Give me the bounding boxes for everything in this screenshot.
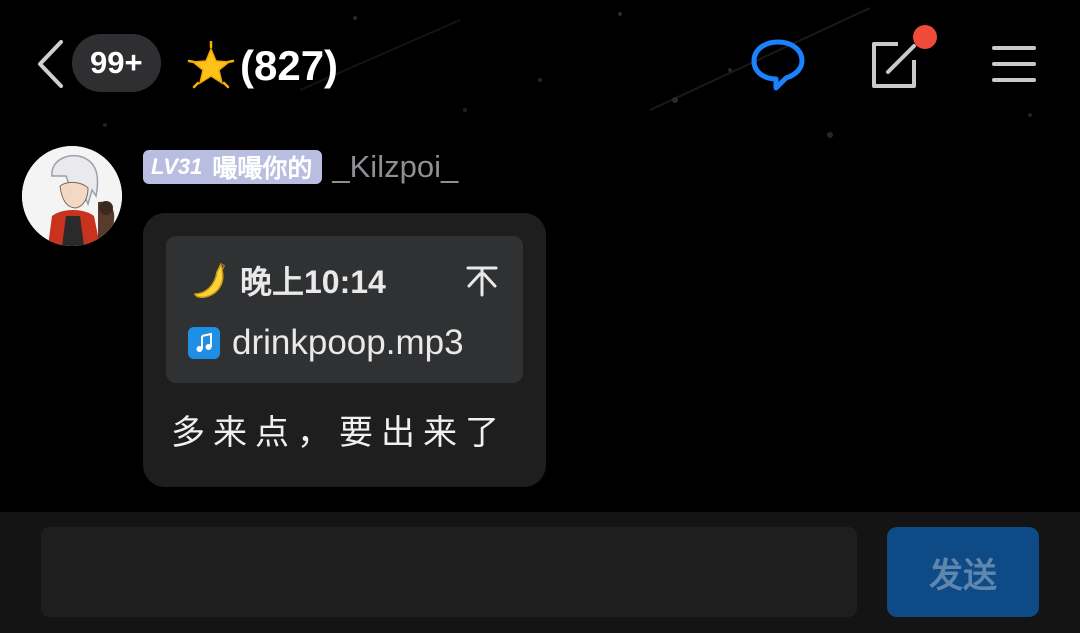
message-text: 多来点，要出来了	[171, 413, 507, 453]
chat-bubble-icon	[751, 39, 805, 91]
level-number: LV31	[151, 154, 203, 179]
message-input[interactable]	[41, 527, 857, 617]
menu-button[interactable]	[986, 36, 1042, 92]
notification-dot	[913, 25, 937, 49]
file-name: drinkpoop.mp3	[232, 323, 464, 362]
quote-time: 晚上10:14	[240, 264, 386, 300]
sender-info: LV31 嘬嘬你的 _Kilzpoi_	[143, 149, 458, 185]
quote-header: 晚上10:14	[190, 258, 502, 302]
chat-screen: 99+ (827) LV31 嘬嘬你的 _Kilzpoi_ 晚上10:14 dr…	[0, 0, 1080, 633]
compose-button[interactable]	[866, 36, 922, 92]
chat-bubble-button[interactable]	[750, 36, 806, 92]
menu-icon	[992, 46, 1036, 82]
chat-title[interactable]: (827)	[186, 36, 338, 96]
message-input-bar: 发送	[0, 512, 1080, 633]
group-member-count: (827)	[240, 42, 339, 89]
unread-count-badge[interactable]: 99+	[72, 34, 161, 92]
music-file-icon	[188, 327, 220, 359]
send-button[interactable]: 发送	[887, 527, 1039, 617]
sender-avatar[interactable]	[22, 146, 122, 246]
edit-icon	[872, 42, 916, 88]
glowing-star-icon	[186, 41, 236, 91]
back-button[interactable]	[28, 36, 72, 92]
message-bubble[interactable]: 晚上10:14 drinkpoop.mp3 多来点，要出来了	[143, 213, 546, 487]
quoted-file: drinkpoop.mp3	[188, 322, 464, 364]
chat-header: 99+ (827)	[0, 0, 1080, 130]
sender-name[interactable]: _Kilzpoi_	[332, 149, 458, 185]
level-badge[interactable]: LV31 嘬嘬你的	[143, 150, 323, 184]
quoted-file-card[interactable]: 晚上10:14 drinkpoop.mp3	[166, 236, 523, 383]
back-chevron-icon	[38, 40, 63, 88]
level-title: 嘬嘬你的	[212, 154, 313, 183]
download-icon[interactable]	[462, 260, 502, 300]
banana-icon	[190, 259, 232, 301]
